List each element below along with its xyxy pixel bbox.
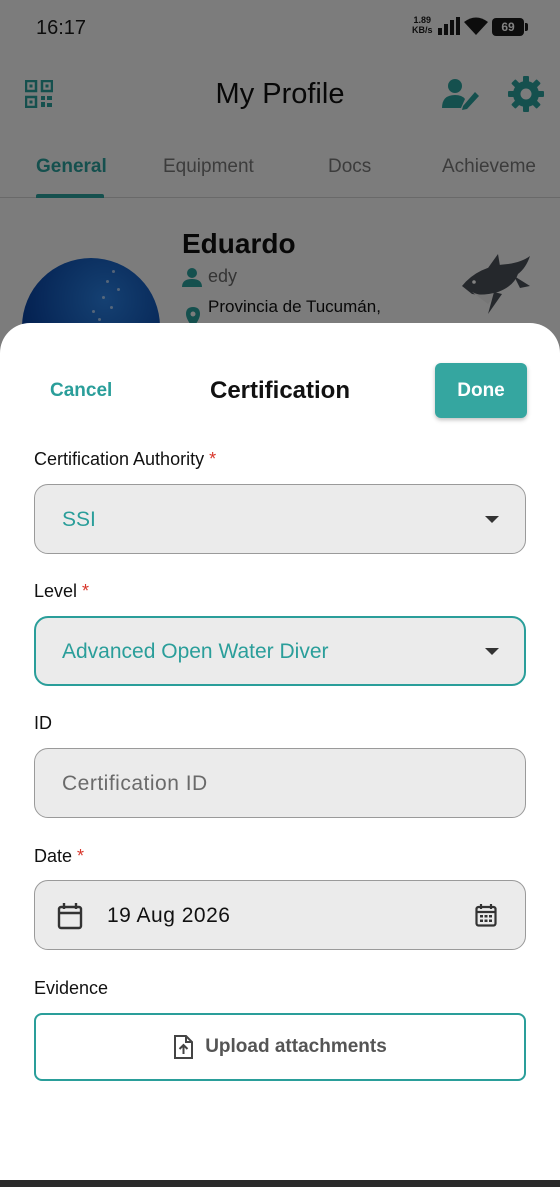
evidence-label: Evidence [34,978,109,998]
authority-label: Certification Authority * [34,449,217,469]
file-upload-icon [174,1035,194,1059]
level-label: Level * [34,581,90,601]
level-value: Advanced Open Water Diver [62,640,329,663]
dropdown-arrow-icon [485,648,499,655]
upload-attachments-button[interactable]: Upload attachments [34,1013,526,1081]
id-label: ID [34,713,52,733]
calendar-icon [57,903,83,930]
done-button[interactable]: Done [435,363,527,418]
date-field[interactable]: 19 Aug 2026 [34,880,526,950]
required-marker: * [209,449,217,469]
authority-value: SSI [62,508,96,531]
modal-scrim[interactable] [0,0,560,360]
certification-id-input[interactable]: Certification ID [34,748,526,818]
required-marker: * [82,581,90,601]
level-select[interactable]: Advanced Open Water Diver [34,616,526,686]
required-marker: * [77,846,85,866]
date-value: 19 Aug 2026 [107,904,231,927]
dropdown-arrow-icon [485,516,499,523]
upload-label: Upload attachments [205,1036,387,1057]
date-label: Date * [34,846,85,866]
certification-id-placeholder: Certification ID [62,772,208,795]
certification-sheet: Cancel Certification Done Certification … [0,323,560,1180]
date-picker-icon[interactable] [475,903,497,927]
authority-select[interactable]: SSI [34,484,526,554]
system-nav-bar [0,1180,560,1187]
